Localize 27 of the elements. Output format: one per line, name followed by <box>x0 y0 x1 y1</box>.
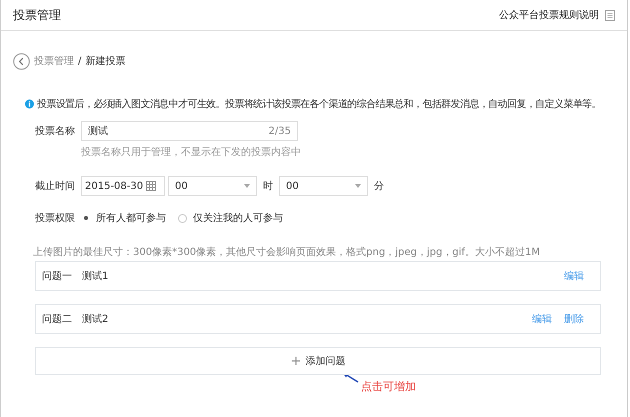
question-title: 测试2 <box>82 312 110 326</box>
hour-unit: 时 <box>263 180 273 193</box>
field-label: 投票权限 <box>35 212 76 225</box>
field-label: 截止时间 <box>35 180 76 193</box>
breadcrumb-current: 新建投票 <box>85 54 126 68</box>
breadcrumb-separator: / <box>78 56 82 66</box>
input-value: 测试 <box>88 124 108 138</box>
annotation-text: 点击可增加 <box>361 379 416 394</box>
add-question-button[interactable]: + 添加问题 <box>35 347 601 375</box>
hour-select[interactable]: 00 <box>168 176 257 196</box>
breadcrumb-link[interactable]: 投票管理 <box>34 54 74 68</box>
date-input-field[interactable]: 2015-08-30 <box>81 176 165 196</box>
upload-note: 上传图片的最佳尺寸：300像素*300像素，其他尺寸会影响页面效果，格式png，jpeg，jpg，gif。大小不超过1M <box>33 246 541 259</box>
name-input-field[interactable]: 测试 2/35 <box>81 121 298 141</box>
rules-link[interactable]: 公众平台投票规则说明 <box>499 8 599 22</box>
character-counter: 2/35 <box>268 126 291 136</box>
radio-label[interactable]: 仅关注我的人可参与 <box>193 211 283 225</box>
question-title: 测试1 <box>82 270 110 283</box>
question-number: 问题一 <box>42 270 72 283</box>
minute-unit: 分 <box>374 180 384 193</box>
minute-select[interactable]: 00 <box>279 176 368 196</box>
radio-label[interactable]: 所有人都可参与 <box>96 211 166 225</box>
notice-text: 投票设置后，必须插入图文消息中才可生效。投票将统计该投票在各个渠道的综合结果总和，包括群发消息，自动回复，自定义菜单等。 <box>36 98 601 111</box>
field-hint: 投票名称只用于管理，不显示在下发的投票内容中 <box>81 146 302 159</box>
question-number: 问题二 <box>42 313 72 326</box>
field-label: 投票名称 <box>35 124 76 138</box>
page-title: 投票管理 <box>13 6 61 24</box>
